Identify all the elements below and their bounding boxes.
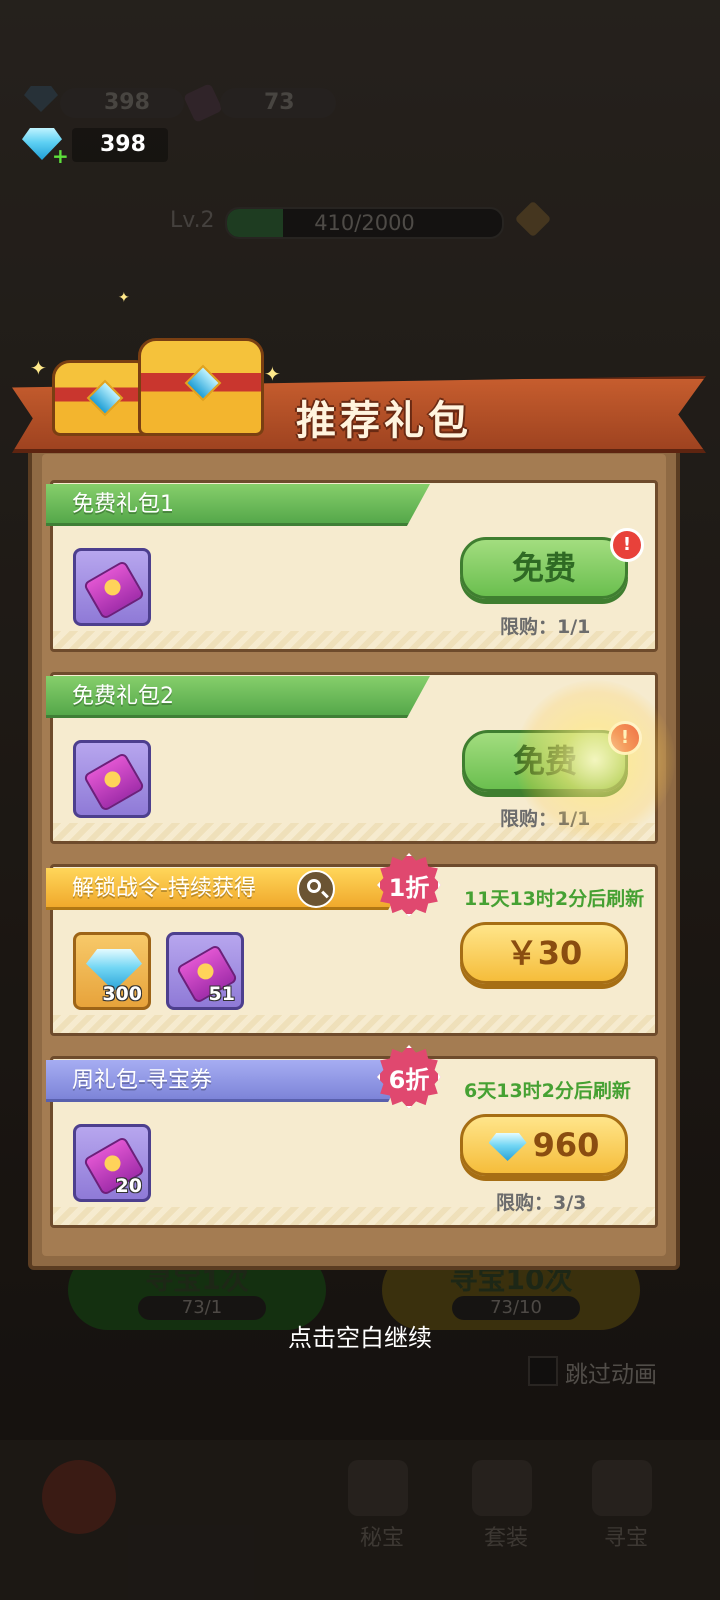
purchase-limit: 限购：3/3: [496, 1192, 587, 1214]
tap-highlight-glow: [515, 680, 675, 840]
add-gems-icon[interactable]: +: [52, 146, 69, 166]
pack-title: 周礼包-寻宝券: [46, 1060, 410, 1102]
sparkle-icon: ✦: [30, 356, 47, 380]
tap-to-continue-hint: 点击空白继续: [288, 1324, 432, 1352]
ticket-item: [73, 740, 151, 818]
buy-battle-pass-button[interactable]: ￥30: [460, 922, 628, 984]
pack-title: 免费礼包1: [46, 484, 430, 526]
ticket-icon: [82, 559, 146, 621]
sparkle-icon: ✦: [264, 362, 281, 386]
gem-icon: [488, 1133, 527, 1161]
search-icon[interactable]: [297, 870, 335, 908]
pack-title: 解锁战令-持续获得: [46, 868, 410, 910]
gem-count: 398: [72, 128, 168, 162]
ticket-icon: [82, 751, 146, 813]
refresh-timer: 6天13时2分后刷新: [464, 1080, 631, 1102]
claim-free-pack-1-button[interactable]: 免费: [460, 537, 628, 599]
item-quantity: 300: [102, 983, 142, 1005]
purchase-limit: 限购：1/1: [500, 616, 591, 638]
gem-item: 300: [73, 932, 151, 1010]
buy-weekly-pack-button[interactable]: 960: [460, 1114, 628, 1176]
pack-title: 免费礼包2: [46, 676, 430, 718]
item-quantity: 51: [208, 983, 235, 1005]
sparkle-icon: ✦: [118, 290, 130, 306]
item-quantity: 20: [115, 1175, 142, 1197]
alert-icon: !: [610, 528, 644, 562]
ticket-item: 51: [166, 932, 244, 1010]
treasure-chest-large-icon: [138, 338, 264, 436]
popup-title: 推荐礼包: [296, 398, 472, 444]
refresh-timer: 11天13时2分后刷新: [464, 888, 645, 910]
ticket-item: 20: [73, 1124, 151, 1202]
ticket-item: [73, 548, 151, 626]
gem-price: 960: [532, 1126, 600, 1164]
